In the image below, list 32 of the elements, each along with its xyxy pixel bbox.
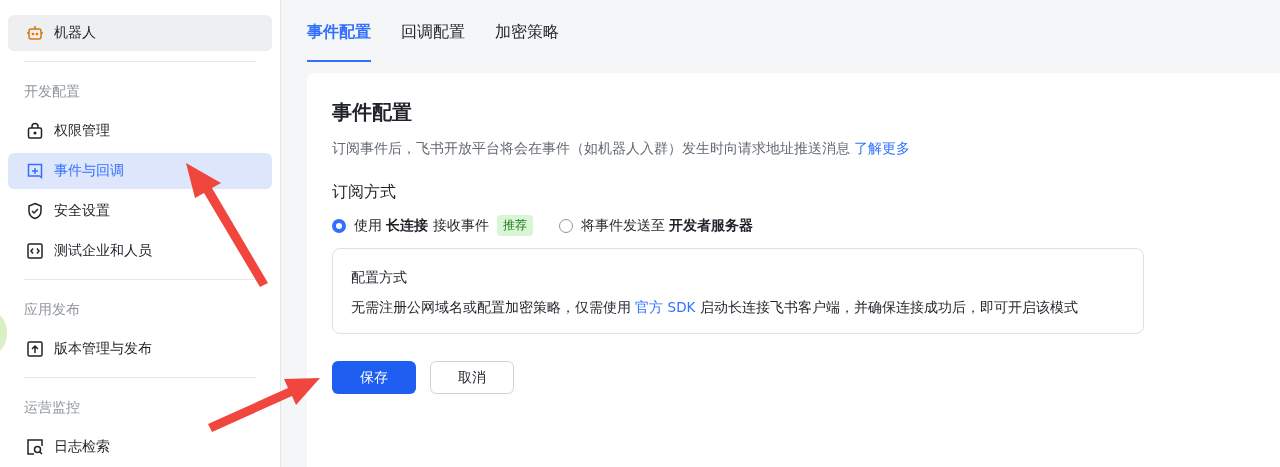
search-document-icon bbox=[26, 438, 44, 456]
section-heading: 订阅方式 bbox=[332, 182, 397, 203]
tab[interactable]: 回调配置 bbox=[401, 0, 465, 62]
shield-check-icon bbox=[26, 202, 44, 220]
sdk-link[interactable]: 官方 SDK bbox=[635, 299, 696, 315]
sidebar-item[interactable]: 日志检索 bbox=[8, 429, 272, 465]
section-title: 应用发布 bbox=[23, 300, 81, 319]
card-title: 事件配置 bbox=[332, 99, 413, 126]
upload-icon bbox=[26, 340, 44, 358]
robot-icon bbox=[26, 24, 44, 42]
sidebar-item[interactable]: 测试企业和人员 bbox=[8, 233, 272, 269]
sidebar-item[interactable]: 机器人 bbox=[8, 15, 272, 51]
sidebar-item[interactable]: 权限管理 bbox=[8, 113, 272, 149]
radio-button[interactable] bbox=[332, 218, 346, 233]
section-title: 运营监控 bbox=[23, 398, 81, 417]
sidebar-item[interactable]: 安全设置 bbox=[8, 193, 272, 229]
description-text: 订阅事件后，飞书开放平台将会在事件（如机器人入群）发生时向请求地址推送消息 了解更多 bbox=[332, 140, 912, 158]
recommended-tag: 推荐 bbox=[496, 215, 533, 236]
lock-icon bbox=[26, 122, 44, 140]
radio-label[interactable]: 将事件发送至 开发者服务器 bbox=[580, 216, 754, 235]
sidebar-item[interactable]: 事件与回调 bbox=[8, 153, 272, 189]
panel-title: 配置方式 bbox=[351, 269, 408, 287]
panel-text: 无需注册公网域名或配置加密策略，仅需使用 官方 SDK 启动长连接飞书客户端，并确保连接成功后，即可开启该模式 bbox=[351, 299, 1079, 317]
learn-more-link[interactable]: 了解更多 bbox=[854, 140, 911, 156]
cancel-button[interactable]: 取消 bbox=[430, 361, 514, 394]
code-icon bbox=[26, 242, 44, 260]
save-button[interactable]: 保存 bbox=[332, 361, 416, 394]
tab[interactable]: 事件配置 bbox=[307, 0, 371, 62]
tab[interactable]: 加密策略 bbox=[495, 0, 559, 62]
sidebar-item[interactable]: 版本管理与发布 bbox=[8, 331, 272, 367]
section-title: 开发配置 bbox=[23, 82, 81, 101]
radio-label[interactable]: 使用 长连接 接收事件 bbox=[354, 216, 489, 235]
